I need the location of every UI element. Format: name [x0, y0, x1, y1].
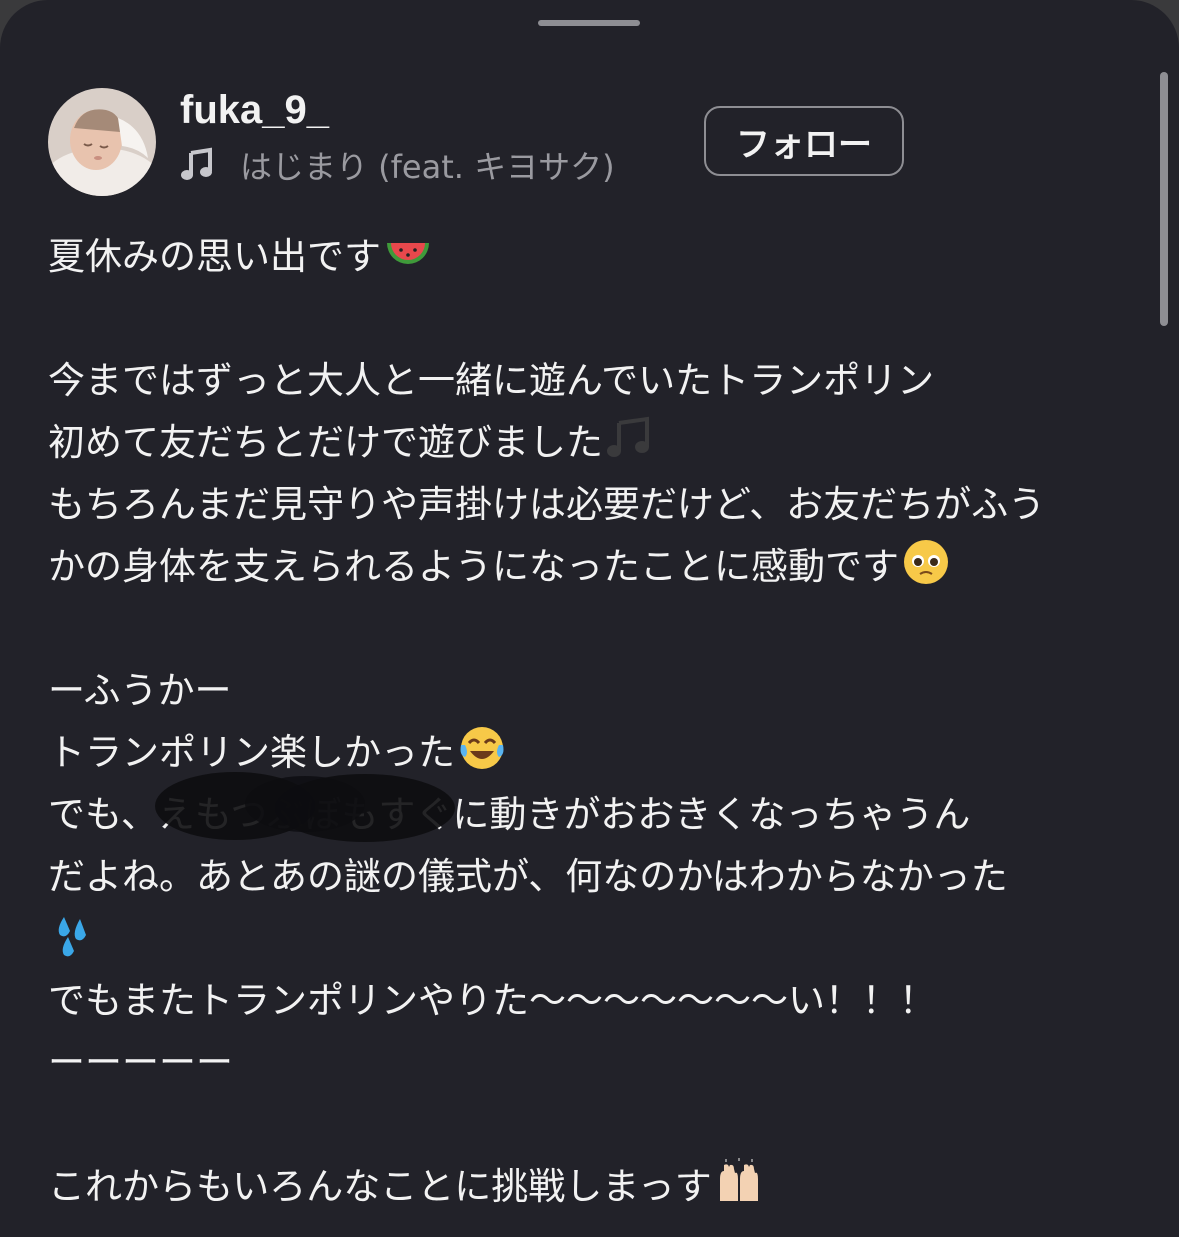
caption-line: だよね。あとあの謎の儀式が、何なのかはわからなかった — [48, 855, 1008, 898]
caption-line: 夏休みの思い出です — [48, 226, 1128, 288]
caption-line: もちろんまだ見守りや声掛けは必要だけど、お友だちがふう — [48, 483, 1046, 526]
caption-line: ーーーーー — [48, 1041, 233, 1084]
sweat-droplets-emoji — [50, 909, 100, 959]
musical-notes-emoji — [605, 413, 655, 463]
raising-hands-emoji — [714, 1157, 764, 1207]
caption-line: 今まではずっと大人と一緒に遊んでいたトランポリン — [48, 359, 935, 402]
music-info[interactable]: はじまり (feat. キヨサク) — [180, 140, 615, 190]
avatar[interactable] — [48, 88, 156, 196]
tears-of-joy-emoji — [457, 723, 507, 773]
scrollbar[interactable] — [1160, 72, 1168, 326]
follow-button[interactable]: フォロー — [704, 106, 904, 176]
caption-line: これからもいろんなことに挑戦しまっす — [48, 1156, 1128, 1218]
watermelon-emoji — [383, 227, 433, 277]
caption-line: でも、えもつぶぼもすぐに動きがおおきくなっちゃうん — [48, 793, 971, 836]
caption-line: かの身体を支えられるようになったことに感動です — [48, 536, 1128, 598]
caption-line — [48, 908, 1128, 970]
post-caption: 夏休みの思い出です 今まではずっと大人と一緒に遊んでいたトランポリン 初めて友だ… — [48, 226, 1128, 1218]
music-title: はじまり (feat. キヨサク) — [240, 148, 615, 186]
caption-line: でもまたトランポリンやりた〜〜〜〜〜〜〜い！！！ — [48, 979, 936, 1022]
caption-line: トランポリン楽しかった — [48, 722, 1128, 784]
post-detail-sheet: fuka_9_ はじまり (feat. キヨサク) フォロー 夏休みの思い出です… — [0, 0, 1179, 1237]
caption-line: ーふうかー — [48, 669, 232, 712]
caption-line: 初めて友だちとだけで遊びました — [48, 412, 1128, 474]
music-note-icon — [180, 147, 216, 183]
username[interactable]: fuka_9_ — [180, 84, 329, 136]
sheet-grabber-handle[interactable] — [538, 20, 640, 26]
pleading-face-emoji — [901, 537, 951, 587]
